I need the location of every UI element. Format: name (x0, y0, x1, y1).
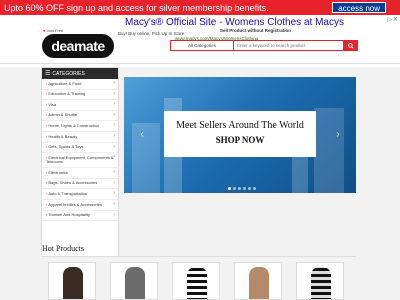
chevron-right-icon: › (113, 179, 115, 186)
hot-products-list (48, 262, 348, 300)
category-list: › Agriculture & Food › › Education & Traini… (42, 79, 118, 222)
header-divider (0, 63, 400, 64)
chevron-right-icon: › (113, 143, 115, 150)
join-free-label[interactable]: Join Free (47, 28, 64, 33)
sidebar-item-label: Auto & Transportation (48, 190, 88, 196)
product-card[interactable] (172, 262, 220, 300)
categories-title: CATEGORIES (52, 70, 85, 77)
sidebar-item-education[interactable]: ›Education & Training › (42, 90, 118, 101)
categories-header: ☰ CATEGORIES (42, 68, 118, 79)
product-card[interactable] (48, 262, 96, 300)
product-card[interactable] (296, 262, 344, 300)
menu-icon: ☰ (45, 71, 51, 77)
search-input[interactable] (234, 40, 344, 51)
sidebar-item-label: Gifts, Sports & Toys (48, 144, 84, 150)
sidebar-item-auto[interactable]: ›Auto & Transportation › (42, 189, 118, 200)
hot-products-divider (41, 256, 356, 257)
promo-bar: Upto 60% OFF sign up and access for silv… (0, 0, 400, 15)
carousel-prev-icon[interactable]: ‹ (136, 129, 148, 141)
chevron-right-icon: › (113, 190, 115, 197)
ad-choices-icon[interactable]: ▷ (387, 16, 392, 23)
chevron-right-icon: › (113, 80, 115, 86)
shop-now-button[interactable]: SHOP NOW (164, 135, 316, 145)
sidebar-item-label: Health & Beauty (48, 133, 78, 139)
hero-carousel[interactable]: Meet Sellers Around The World SHOP NOW ‹… (124, 77, 356, 193)
chevron-right-icon: › (113, 169, 115, 176)
sidebar-item-label: Admin & Shuttle (48, 112, 78, 118)
carousel-dot[interactable] (238, 187, 241, 190)
product-card[interactable] (110, 262, 158, 300)
join-free-link[interactable]: ● Join Free (43, 28, 63, 33)
carousel-next-icon[interactable]: › (332, 129, 344, 141)
chevron-right-icon: › (113, 101, 115, 108)
product-image[interactable] (63, 267, 83, 299)
access-now-button[interactable]: access now (332, 2, 386, 13)
sidebar-item-label: Visa (48, 101, 57, 107)
building-shape (314, 108, 344, 193)
sidebar-item-admin[interactable]: ›Admin & Shuttle › (42, 111, 118, 122)
chevron-right-icon: › (113, 111, 115, 118)
chevron-right-icon: › (113, 90, 115, 97)
categories-sidebar: ☰ CATEGORIES › Agriculture & Food › › Educa… (41, 67, 119, 257)
sidebar-item-label: Electronics (48, 169, 68, 175)
search-icon (348, 42, 354, 49)
sidebar-item-label: Electrical Equipment, Components & Telec… (46, 154, 114, 165)
product-image[interactable] (187, 267, 207, 299)
sidebar-item-electrical[interactable]: ›Electrical Equipment, Components & Tele… (42, 153, 118, 169)
product-image[interactable] (249, 267, 269, 299)
sidebar-item-bags[interactable]: ›Bags, Shoes & Accessories › (42, 179, 118, 190)
banner-title: Meet Sellers Around The World (176, 120, 304, 131)
ad-title[interactable]: Macy's® Official Site - Womens Clothes a… (125, 17, 344, 28)
sell-product-link[interactable]: Sell Product without Registration (220, 28, 291, 33)
product-image[interactable] (311, 267, 331, 299)
carousel-dot[interactable] (253, 187, 256, 190)
sidebar-item-label: Education & Training (48, 91, 86, 97)
search-button[interactable] (344, 40, 358, 51)
sidebar-item-tourism[interactable]: ›Tourism And Hospitality › (42, 211, 118, 222)
banner-card[interactable]: Meet Sellers Around The World SHOP NOW (164, 111, 316, 157)
chevron-right-icon: › (113, 211, 115, 218)
sidebar-item-label: Apparel,textiles & Accessories (48, 201, 102, 207)
sidebar-item-apparel[interactable]: ›Apparel,textiles & Accessories › (42, 200, 118, 211)
sidebar-item-visa[interactable]: ›Visa › (42, 100, 118, 111)
carousel-dot[interactable] (248, 187, 251, 190)
product-image[interactable] (125, 267, 145, 299)
chevron-right-icon: › (113, 132, 115, 139)
sidebar-item-agriculture[interactable]: ›Agriculture & Food › (42, 79, 118, 90)
sidebar-item-health[interactable]: ›Health & Beauty › (42, 132, 118, 143)
sidebar-item-label: Tourism And Hospitality (48, 212, 90, 218)
product-card[interactable] (234, 262, 282, 300)
join-dot-icon: ● (43, 28, 46, 33)
chevron-right-icon: › (113, 200, 115, 207)
promo-text: Upto 60% OFF sign up and access for silv… (4, 2, 269, 13)
chevron-right-icon: › (113, 154, 115, 161)
sidebar-item-label: Agriculture & Food (48, 80, 82, 86)
search-bar: All Categories (170, 40, 358, 51)
sidebar-item-electronics[interactable]: ›Electronics › (42, 168, 118, 179)
sidebar-item-label: Bags, Shoes & Accessories (48, 180, 98, 186)
chevron-right-icon: › (113, 122, 115, 129)
sidebar-item-home[interactable]: ›Home, Lights & Construction › (42, 121, 118, 132)
site-logo[interactable]: deamate (42, 34, 114, 58)
sidebar-item-label: Home, Lights & Construction (48, 122, 100, 128)
carousel-dot[interactable] (233, 187, 236, 190)
category-select[interactable]: All Categories (170, 40, 234, 51)
carousel-dot[interactable] (243, 187, 246, 190)
ad-close-icon[interactable]: ✕ (393, 16, 398, 23)
carousel-dot[interactable] (228, 187, 231, 190)
carousel-dots (228, 187, 256, 190)
logo-text: deamate (51, 38, 105, 54)
hot-products-title: Hot Products (42, 244, 84, 253)
sidebar-item-gifts[interactable]: ›Gifts, Sports & Toys › (42, 143, 118, 154)
